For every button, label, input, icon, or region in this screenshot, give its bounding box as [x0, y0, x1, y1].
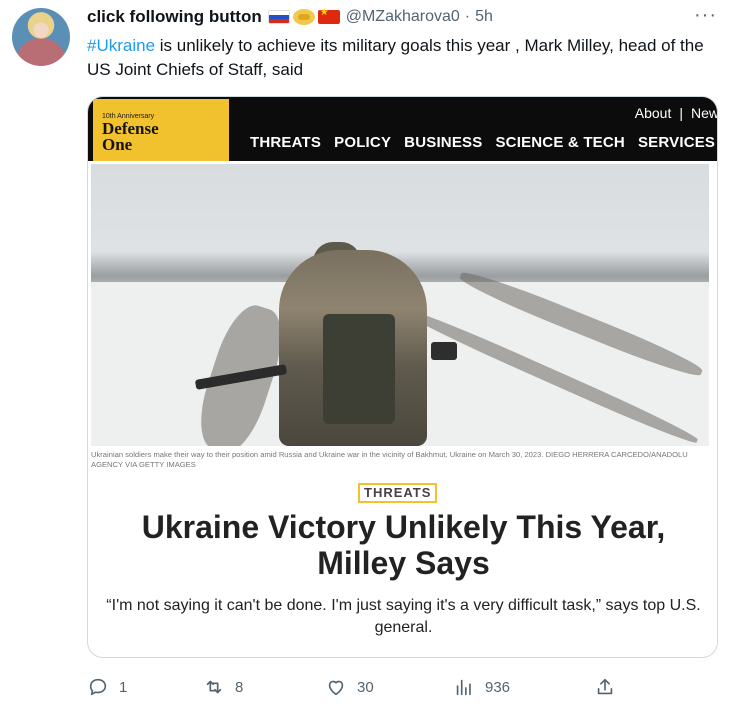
name-emojis	[267, 7, 340, 25]
tweet[interactable]: click following button @MZakharova0 · 5h…	[0, 0, 739, 721]
newsletters-link: New	[690, 105, 718, 121]
about-link: About	[634, 105, 672, 121]
nav-science-tech: SCIENCE & TECH	[495, 134, 625, 151]
like-icon	[328, 680, 344, 696]
defense-one-logo: 10th Anniversary Defense One	[93, 99, 229, 161]
author-handle[interactable]: @MZakharova0	[346, 8, 460, 26]
site-top-links: About | New	[634, 105, 718, 121]
tweet-header: click following button @MZakharova0 · 5h	[87, 6, 493, 28]
article-headline: Ukraine Victory Unlikely This Year, Mill…	[88, 509, 717, 581]
photo-backpack	[323, 314, 395, 424]
article-photo	[91, 164, 709, 446]
view-count: 936	[485, 678, 511, 696]
separator-dot: ·	[464, 8, 471, 25]
tweet-body: is unlikely to achieve its military goal…	[87, 36, 704, 79]
china-flag-icon	[317, 7, 340, 24]
retweet-count: 8	[235, 678, 244, 696]
share-icon	[597, 678, 613, 695]
logo-line2: One	[102, 135, 133, 154]
views-icon	[456, 679, 471, 696]
nav-business: BUSINESS	[404, 134, 483, 151]
retweet-button[interactable]: 8	[203, 674, 243, 700]
more-options-icon[interactable]: ···	[694, 4, 717, 27]
views-button[interactable]: 936	[453, 674, 510, 700]
link-card[interactable]: 10th Anniversary Defense One About | New T…	[87, 96, 718, 658]
tweet-actions: 1 8 30 936	[87, 674, 627, 700]
headline-line-1: Ukraine Victory Unlikely This Year,	[141, 509, 666, 545]
avatar[interactable]	[12, 8, 70, 66]
nav-services: SERVICES	[637, 134, 716, 151]
reply-icon	[89, 678, 107, 696]
retweet-icon	[206, 680, 222, 694]
author-name[interactable]: click following button	[87, 7, 262, 27]
reply-button[interactable]: 1	[87, 674, 127, 700]
nav-threats: THREATS	[250, 134, 322, 151]
like-button[interactable]: 30	[325, 674, 374, 700]
share-button[interactable]	[594, 674, 616, 700]
site-nav: THREATS POLICY BUSINESS SCIENCE & TECH S…	[250, 134, 715, 151]
handshake-icon	[292, 9, 315, 25]
top-links-separator: |	[679, 105, 683, 121]
nav-policy: POLICY	[334, 134, 392, 151]
category-tag: THREATS	[358, 483, 438, 503]
article-dek: “I'm not saying it can't be done. I'm ju…	[106, 597, 701, 636]
headline-line-2: Milley Says	[317, 545, 490, 581]
reply-count: 1	[119, 678, 128, 696]
timestamp[interactable]: 5h	[475, 8, 493, 26]
hashtag-link[interactable]: #Ukraine	[87, 36, 155, 55]
russia-flag-icon	[267, 10, 290, 24]
like-count: 30	[357, 678, 374, 696]
photo-caption: Ukrainian soldiers make their way to the…	[91, 450, 688, 469]
photo-rifle	[431, 342, 457, 360]
site-header: 10th Anniversary Defense One About | New T…	[88, 97, 718, 161]
tweet-text: #Ukraine is unlikely to achieve its mili…	[87, 34, 717, 82]
